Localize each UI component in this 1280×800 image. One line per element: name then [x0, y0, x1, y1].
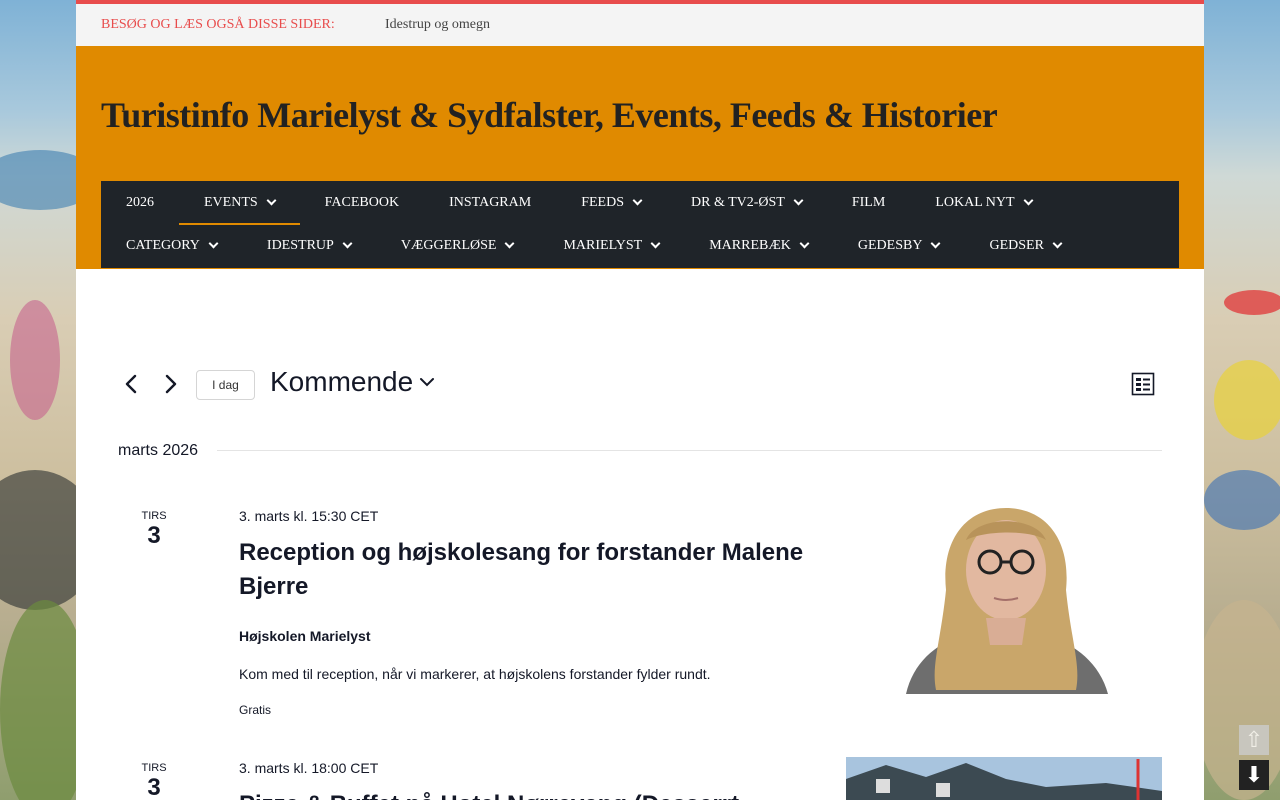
nav-item-feeds[interactable]: FEEDS — [556, 181, 666, 224]
nav-item-gedesby[interactable]: GEDESBY — [833, 224, 965, 267]
top-bar: BESØG OG LÆS OGSÅ DISSE SIDER: Idestrup … — [76, 0, 1204, 46]
event-item: TIRS 3 3. marts kl. 18:00 CET Pizza & Bu… — [118, 757, 1162, 800]
nav-item-label: LOKAL NYT — [935, 194, 1015, 210]
background-right — [1204, 0, 1280, 800]
event-date-tag: TIRS 3 — [118, 762, 190, 800]
list-view-button[interactable] — [1131, 372, 1155, 396]
nav-item-marielyst[interactable]: MARIELYST — [538, 224, 684, 267]
nav-item-label: INSTAGRAM — [449, 194, 532, 210]
nav-item-label: MARIELYST — [563, 237, 643, 253]
background-left — [0, 0, 76, 800]
list-view-icon — [1131, 372, 1155, 396]
month-separator: marts 2026 — [118, 442, 1162, 462]
event-time: 3. marts kl. 18:00 CET — [239, 760, 379, 776]
nav-item-label: GEDSER — [989, 237, 1044, 253]
nav-item-dr-tv2-øst[interactable]: DR & TV2-ØST — [666, 181, 827, 224]
scroll-down-button[interactable]: ⬇ — [1239, 760, 1269, 790]
event-title[interactable]: Reception og højskolesang for forstander… — [239, 536, 809, 604]
chevron-down-icon — [632, 195, 643, 206]
event-details: 3. marts kl. 15:30 CET Reception og højs… — [239, 508, 809, 717]
event-title[interactable]: Pizza & Buffet på Hotel Nørrevang (Desse… — [239, 788, 809, 800]
nav-item-label: GEDESBY — [857, 237, 923, 253]
chevron-down-icon — [208, 238, 219, 249]
events-toolbar: I dag Kommende — [118, 360, 1162, 410]
page-container: BESØG OG LÆS OGSÅ DISSE SIDER: Idestrup … — [76, 0, 1204, 800]
view-selector-label: Kommende — [270, 366, 414, 397]
event-image[interactable] — [846, 757, 1162, 800]
nav-row-1: 2026 EVENTS FACEBOOK INSTAGRAM FEEDS DR & TV2… — [101, 181, 1179, 225]
nav-item-idestrup[interactable]: IDESTRUP — [242, 224, 376, 267]
arrow-up-icon: ⇧ — [1244, 727, 1264, 752]
nav-item-label: FEEDS — [581, 194, 624, 210]
chevron-down-icon — [793, 195, 804, 206]
top-bar-link[interactable]: Idestrup og omegn — [385, 17, 490, 33]
nav-item-marrebæk[interactable]: MARREBÆK — [684, 224, 833, 267]
chevron-down-icon — [342, 238, 353, 249]
event-item: TIRS 3 3. marts kl. 15:30 CET Reception … — [118, 500, 1162, 717]
nav-item-label: CATEGORY — [126, 237, 200, 253]
event-day-number: 3 — [147, 522, 161, 549]
event-venue: Højskolen Marielyst — [239, 628, 371, 644]
event-details: 3. marts kl. 18:00 CET Pizza & Buffet på… — [239, 760, 809, 800]
today-button[interactable]: I dag — [196, 370, 255, 400]
main-navigation: 2026 EVENTS FACEBOOK INSTAGRAM FEEDS DR & TV2… — [101, 181, 1179, 268]
nav-item-category[interactable]: CATEGORY — [101, 224, 242, 267]
chevron-down-icon — [799, 238, 810, 249]
building-photo — [846, 757, 1162, 800]
next-events-button[interactable] — [158, 372, 182, 396]
nav-item-label: FACEBOOK — [324, 194, 400, 210]
nav-item-label: DR & TV2-ØST — [691, 194, 785, 210]
view-selector[interactable]: Kommende — [270, 366, 435, 398]
arrow-down-icon: ⬇ — [1244, 762, 1264, 787]
nav-item-væggerløse[interactable]: VÆGGERLØSE — [376, 224, 539, 267]
chevron-right-icon — [165, 374, 177, 394]
event-day-number: 3 — [147, 774, 161, 800]
event-time: 3. marts kl. 15:30 CET — [239, 508, 379, 524]
month-label: marts 2026 — [118, 442, 199, 459]
chevron-down-icon — [650, 238, 661, 249]
nav-item-label: FILM — [851, 194, 886, 210]
scroll-up-button[interactable]: ⇧ — [1239, 725, 1269, 755]
chevron-down-icon — [1052, 238, 1063, 249]
event-image[interactable] — [846, 500, 1162, 694]
portrait-photo — [846, 500, 1162, 694]
nav-item-facebook[interactable]: FACEBOOK — [300, 181, 424, 224]
chevron-down-icon — [420, 378, 435, 387]
nav-item-lokal-nyt[interactable]: LOKAL NYT — [910, 181, 1056, 224]
chevron-down-icon — [931, 238, 941, 249]
chevron-left-icon — [125, 374, 137, 394]
chevron-down-icon — [1023, 195, 1033, 206]
chevron-down-icon — [505, 238, 515, 249]
site-header: Turistinfo Marielyst & Sydfalster, Event… — [76, 46, 1204, 269]
event-description: Kom med til reception, når vi markerer, … — [239, 666, 711, 682]
top-bar-label: BESØG OG LÆS OGSÅ DISSE SIDER: — [101, 17, 335, 32]
nav-row-2: CATEGORY IDESTRUP VÆGGERLØSE MARIELYST MARRE… — [101, 224, 1179, 267]
nav-item-label: VÆGGERLØSE — [400, 237, 497, 253]
month-divider — [217, 450, 1162, 451]
nav-item-events[interactable]: EVENTS — [179, 181, 300, 225]
nav-item-label: EVENTS — [204, 194, 258, 210]
nav-item-label: MARREBÆK — [709, 237, 791, 253]
site-title[interactable]: Turistinfo Marielyst & Sydfalster, Event… — [101, 46, 1179, 181]
event-weekday: TIRS — [141, 762, 167, 774]
nav-item-instagram[interactable]: INSTAGRAM — [424, 181, 556, 224]
nav-item-label: IDESTRUP — [266, 237, 334, 253]
nav-item-2026[interactable]: 2026 — [101, 181, 179, 224]
event-date-tag: TIRS 3 — [118, 510, 190, 550]
event-weekday: TIRS — [141, 510, 167, 522]
previous-events-button[interactable] — [120, 372, 144, 396]
nav-item-film[interactable]: FILM — [827, 181, 910, 224]
chevron-down-icon — [266, 195, 277, 206]
nav-item-gedser[interactable]: GEDSER — [964, 224, 1085, 267]
nav-item-label: 2026 — [126, 194, 154, 210]
event-cost: Gratis — [239, 703, 272, 717]
